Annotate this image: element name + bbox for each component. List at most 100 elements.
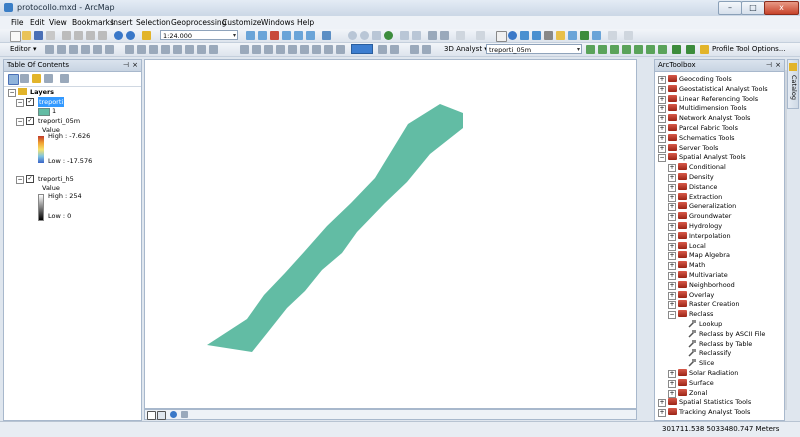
html-popup-icon[interactable] — [532, 31, 541, 40]
expand-icon[interactable]: + — [668, 203, 676, 212]
minimize-button[interactable]: – — [718, 1, 742, 15]
add-data-icon[interactable] — [142, 31, 151, 40]
cut-polygons-icon[interactable] — [149, 45, 158, 54]
expand-icon[interactable]: + — [668, 272, 676, 280]
measure-icon[interactable] — [544, 31, 553, 40]
goto-xy-icon[interactable] — [580, 31, 589, 40]
collapse-icon[interactable]: − — [16, 99, 24, 107]
pan-icon[interactable] — [372, 31, 381, 40]
expand-icon[interactable]: + — [668, 183, 676, 192]
flicker-icon[interactable] — [410, 45, 419, 54]
close-icon[interactable]: × — [132, 60, 138, 71]
expand-icon[interactable]: + — [668, 164, 676, 173]
paste-icon[interactable] — [86, 31, 95, 40]
expand-icon[interactable]: + — [668, 242, 676, 251]
scale-combobox[interactable]: 1:24.000 ▾ — [160, 30, 238, 40]
copy-icon[interactable] — [74, 31, 83, 40]
refresh-icon[interactable] — [170, 411, 177, 418]
swipe-icon[interactable] — [390, 45, 399, 54]
identify-icon[interactable] — [508, 31, 517, 40]
select-elements-icon[interactable] — [496, 31, 507, 42]
list-by-source-icon[interactable] — [20, 74, 29, 83]
pin-icon[interactable]: ⊣ — [123, 60, 129, 71]
editor-menu[interactable]: Editor ▾ — [10, 45, 36, 53]
menu-selection[interactable]: Selection — [136, 18, 171, 27]
pin-icon[interactable]: ⊣ — [766, 60, 772, 71]
add-control-points-icon[interactable] — [276, 45, 285, 54]
point-icon[interactable] — [105, 45, 114, 54]
find-icon[interactable] — [556, 31, 565, 40]
attributes-icon[interactable] — [185, 45, 194, 54]
forward-extent-icon[interactable] — [440, 31, 449, 40]
close-button[interactable]: x — [764, 1, 799, 15]
contour-icon[interactable] — [586, 45, 595, 54]
maximize-button[interactable]: □ — [741, 1, 765, 15]
table-of-contents-icon[interactable] — [258, 31, 267, 40]
profile-graph-icon[interactable] — [658, 45, 667, 54]
print-icon[interactable] — [46, 31, 55, 40]
layout-view-icon[interactable] — [624, 31, 633, 40]
georef-icon[interactable] — [240, 45, 249, 54]
scale-raster-icon[interactable] — [336, 45, 345, 54]
expand-icon[interactable]: + — [668, 389, 676, 398]
3d-analyst-menu[interactable]: 3D Analyst ▾ — [444, 45, 488, 53]
expand-icon[interactable]: + — [658, 125, 666, 133]
interpolate-line-icon[interactable] — [634, 45, 643, 54]
collapse-icon[interactable]: − — [8, 89, 16, 97]
effects-icon[interactable] — [378, 45, 387, 54]
contrast-icon[interactable] — [422, 45, 431, 54]
toolbox-scrollbar[interactable] — [785, 70, 787, 410]
layer-row-treporti[interactable]: − ✓ treporti — [16, 97, 116, 107]
menu-file[interactable]: File — [11, 18, 24, 27]
expand-icon[interactable]: + — [668, 262, 676, 271]
expand-icon[interactable]: + — [668, 223, 676, 231]
collapse-icon[interactable]: − — [658, 154, 666, 163]
view-link-table-icon[interactable] — [264, 45, 273, 54]
model-builder-icon[interactable] — [322, 31, 331, 40]
reshape-icon[interactable] — [137, 45, 146, 54]
time-slider-icon[interactable] — [592, 31, 601, 40]
editor-toolbar-icon[interactable] — [246, 31, 255, 40]
menu-windows[interactable]: Windows — [261, 18, 294, 27]
create-viewer-icon[interactable] — [608, 31, 617, 40]
expand-icon[interactable]: + — [668, 281, 676, 290]
list-by-selection-icon[interactable] — [44, 74, 53, 83]
collapse-icon[interactable]: − — [16, 176, 24, 184]
rotate-raster-icon[interactable] — [312, 45, 321, 54]
menu-insert[interactable]: Insert — [111, 18, 133, 27]
rectify-icon[interactable] — [252, 45, 261, 54]
delete-icon[interactable] — [98, 31, 107, 40]
end-point-arc-icon[interactable] — [81, 45, 90, 54]
collapse-icon[interactable]: − — [16, 118, 24, 126]
line-of-sight-icon[interactable] — [610, 45, 619, 54]
expand-icon[interactable]: + — [658, 409, 666, 418]
trace-icon[interactable] — [93, 45, 102, 54]
layer-visibility-checkbox[interactable]: ✓ — [26, 98, 34, 106]
list-by-visibility-icon[interactable] — [32, 74, 41, 83]
color-picker[interactable] — [351, 44, 373, 54]
redo-icon[interactable] — [126, 31, 135, 40]
arctoolbox-icon[interactable] — [270, 31, 279, 40]
steepest-path-icon[interactable] — [598, 45, 607, 54]
split-icon[interactable] — [161, 45, 170, 54]
profile-tool-options-button[interactable]: Profile Tool Options... — [712, 45, 786, 53]
open-icon[interactable] — [22, 31, 31, 40]
profile-tool-icon[interactable] — [700, 45, 709, 54]
menu-geoprocessing[interactable]: Geoprocessing — [171, 18, 226, 27]
find-route-icon[interactable] — [568, 31, 577, 40]
clear-selection-icon[interactable] — [476, 31, 485, 40]
pause-drawing-icon[interactable] — [181, 411, 188, 418]
expand-icon[interactable]: + — [668, 291, 676, 300]
fit-to-display-icon[interactable] — [300, 45, 309, 54]
fixed-zoom-out-icon[interactable] — [412, 31, 421, 40]
expand-icon[interactable]: + — [658, 76, 666, 84]
arcglobe-icon[interactable] — [686, 45, 695, 54]
edit-annotation-icon[interactable] — [57, 45, 66, 54]
rotate-icon[interactable] — [173, 45, 182, 54]
expand-icon[interactable]: + — [668, 232, 676, 241]
expand-icon[interactable]: + — [668, 379, 676, 388]
expand-icon[interactable]: + — [658, 399, 666, 408]
map-display[interactable] — [144, 59, 637, 409]
list-by-drawing-order-icon[interactable] — [8, 74, 19, 85]
map-canvas[interactable] — [145, 60, 636, 408]
